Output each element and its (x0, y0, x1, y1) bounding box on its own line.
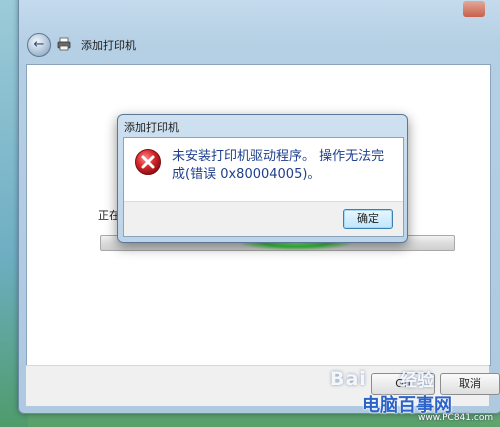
dialog-footer: 确定 (124, 201, 403, 236)
wizard-nav-bar: ← 添加打印机 (27, 33, 327, 59)
watermark-baidu: Bai (330, 368, 367, 390)
back-button[interactable]: ← (27, 33, 51, 57)
dialog-body: 未安装打印机驱动程序。 操作无法完成(错误 0x80004005)。 确定 (123, 137, 404, 237)
watermark-url: www.PC841.com (418, 413, 494, 423)
dialog-title: 添加打印机 (124, 121, 179, 134)
printer-icon (57, 37, 71, 51)
error-message: 未安装打印机驱动程序。 操作无法完成(错误 0x80004005)。 (172, 149, 385, 182)
watermark-jingyan: 经验 (400, 371, 434, 391)
error-dialog: 添加打印机 未安装打印机驱动程序。 操作无法完成(错误 0x80004005)。… (117, 114, 408, 243)
window-title: 添加打印机 (81, 39, 136, 52)
close-window-button[interactable] (463, 1, 485, 17)
back-arrow-icon: ← (33, 37, 45, 52)
error-icon (135, 149, 161, 175)
ok-button[interactable]: 确定 (343, 209, 393, 229)
